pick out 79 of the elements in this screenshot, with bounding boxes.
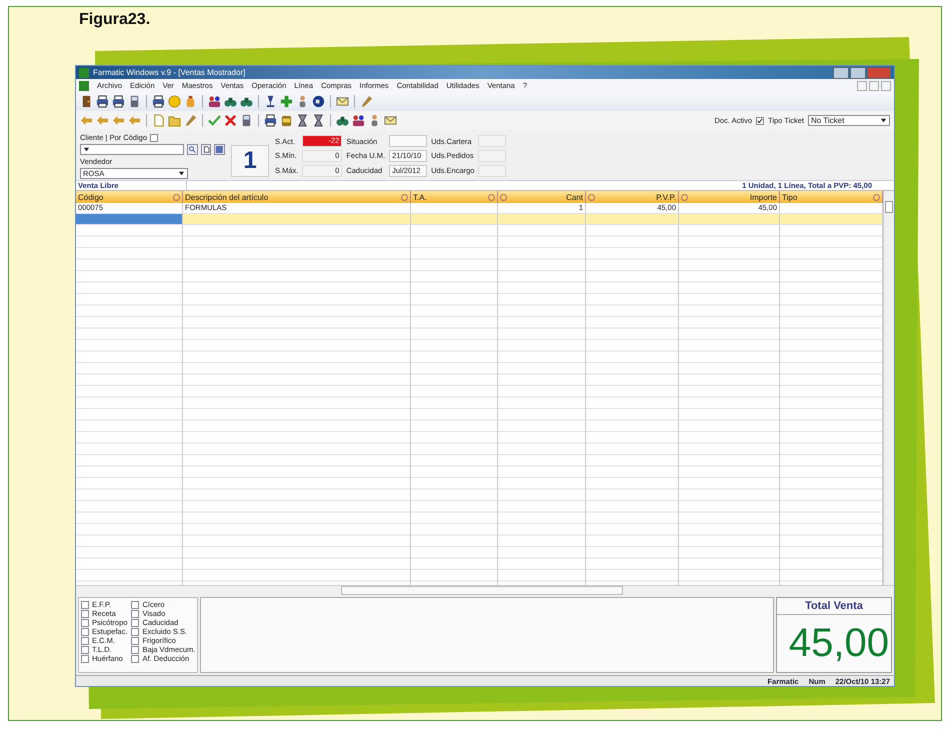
line-counter: 1 <box>231 145 269 177</box>
checkbox[interactable] <box>131 636 140 644</box>
bottle-icon[interactable] <box>184 95 197 108</box>
check-icon[interactable] <box>208 114 221 127</box>
lamp-icon[interactable] <box>264 95 277 108</box>
people-icon[interactable] <box>208 95 221 108</box>
printer-icon[interactable] <box>112 95 125 108</box>
scroll-thumb[interactable] <box>341 586 623 595</box>
folder-icon[interactable] <box>168 114 181 127</box>
column-header[interactable]: Tipo <box>780 191 883 203</box>
total-label: Total Venta <box>777 598 891 615</box>
sort-icon[interactable] <box>401 194 408 200</box>
total-value: 45,00 <box>788 620 890 667</box>
envelope-icon[interactable] <box>336 95 349 108</box>
jar-icon[interactable] <box>280 114 293 127</box>
info-field <box>389 135 428 148</box>
column-header[interactable]: Cant <box>498 191 586 203</box>
arrow-icon[interactable] <box>112 114 125 127</box>
caret-icon <box>83 146 90 153</box>
binoculars-icon[interactable] <box>336 114 349 127</box>
document-icon[interactable] <box>200 144 212 155</box>
device-icon[interactable] <box>240 114 253 127</box>
restore-button[interactable] <box>869 80 879 90</box>
hourglass-icon[interactable] <box>312 114 325 127</box>
figure-caption: Figura23. <box>79 11 150 29</box>
door-icon[interactable] <box>80 95 93 108</box>
binoculars-icon[interactable] <box>240 95 253 108</box>
column-header[interactable]: Código <box>76 191 183 203</box>
scroll-thumb[interactable] <box>885 201 893 213</box>
arrow-icon[interactable] <box>96 114 109 127</box>
pen-icon[interactable] <box>360 95 373 108</box>
maximize-button[interactable] <box>850 66 866 78</box>
checkbox[interactable] <box>81 654 89 662</box>
checkbox[interactable] <box>131 600 140 608</box>
column-header[interactable]: P.V.P. <box>586 191 679 203</box>
globe-icon[interactable] <box>312 95 325 108</box>
column-header[interactable]: Importe <box>679 191 780 203</box>
checkbox[interactable] <box>81 600 89 608</box>
checkbox[interactable] <box>131 618 140 626</box>
checkbox[interactable] <box>756 116 764 124</box>
checkbox[interactable] <box>81 636 89 644</box>
people-icon[interactable] <box>352 114 365 127</box>
checkbox[interactable] <box>150 134 158 142</box>
client-dropdown[interactable] <box>80 144 184 155</box>
caret-icon <box>178 170 185 177</box>
grid-icon[interactable] <box>214 144 226 155</box>
sort-icon[interactable] <box>588 194 595 200</box>
printer-icon[interactable] <box>96 95 109 108</box>
device-icon[interactable] <box>128 95 141 108</box>
checkbox[interactable] <box>81 628 89 636</box>
hourglass-icon[interactable] <box>296 114 309 127</box>
checkbox[interactable] <box>131 628 140 636</box>
ticket-type-dropdown[interactable]: No Ticket <box>808 115 890 126</box>
minimize-button[interactable] <box>833 66 849 78</box>
scrollbar[interactable] <box>883 191 894 585</box>
binoculars-icon[interactable] <box>224 95 237 108</box>
pen-icon[interactable] <box>184 114 197 127</box>
search-icon[interactable] <box>187 144 198 155</box>
printer-icon[interactable] <box>264 114 277 127</box>
checkbox[interactable] <box>81 646 89 654</box>
checkbox[interactable] <box>81 610 89 618</box>
checkbox[interactable] <box>81 618 89 626</box>
envelope-icon[interactable] <box>384 114 397 127</box>
sort-icon[interactable] <box>681 194 688 200</box>
caret-icon <box>880 117 887 124</box>
checkbox[interactable] <box>131 610 140 618</box>
checkbox[interactable] <box>131 654 140 662</box>
close-button[interactable] <box>881 80 891 90</box>
column-header[interactable]: Descripción del artículo <box>183 191 411 203</box>
sort-icon[interactable] <box>173 194 180 200</box>
checkbox[interactable] <box>131 646 140 654</box>
printer-icon[interactable] <box>152 95 165 108</box>
sort-icon[interactable] <box>873 194 880 200</box>
column-header[interactable]: T.A. <box>411 191 498 203</box>
arrow-icon[interactable] <box>128 114 141 127</box>
minimize-button[interactable] <box>857 80 867 90</box>
cross-icon[interactable] <box>224 114 237 127</box>
arrow-icon[interactable] <box>80 114 93 127</box>
window-title: Farmatic Windows v.9 - [Ventas Mostrador] <box>93 68 246 77</box>
